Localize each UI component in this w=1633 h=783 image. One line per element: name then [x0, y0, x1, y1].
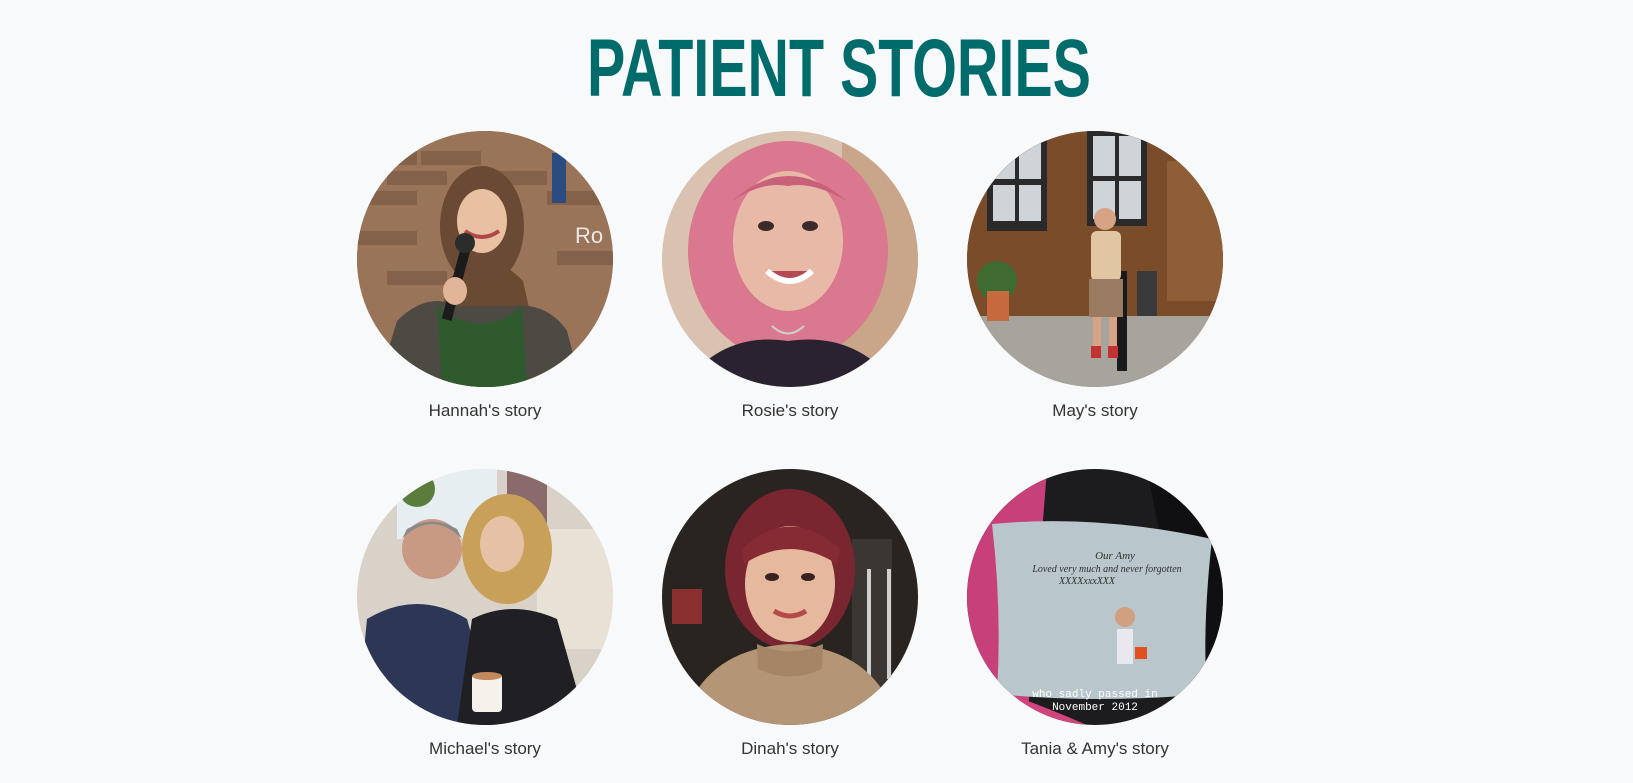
story-card-may[interactable]: May's story — [967, 131, 1223, 422]
svg-text:Ro: Ro — [575, 223, 603, 248]
story-card-rosie[interactable]: Rosie's story — [662, 131, 918, 422]
story-label-michael[interactable]: Michael's story — [357, 738, 613, 760]
story-photo-michael[interactable] — [357, 469, 613, 725]
story-label-dinah[interactable]: Dinah's story — [662, 738, 918, 760]
story-label-may[interactable]: May's story — [967, 400, 1223, 422]
story-photo-tania-amy[interactable]: Our Amy Loved very much and never forgot… — [967, 469, 1223, 725]
page-title: PATIENT STORIES — [587, 23, 1091, 114]
cushion-caption-line-1: who sadly passed in — [1032, 689, 1157, 701]
story-card-dinah[interactable]: Dinah's story — [662, 469, 918, 760]
story-card-hannah[interactable]: Ro Hannah's story — [357, 131, 613, 422]
father-and-daughter-on-sofa-photo — [357, 469, 613, 725]
story-card-tania-amy[interactable]: Our Amy Loved very much and never forgot… — [967, 469, 1223, 760]
red-haired-woman-portrait-photo — [662, 469, 918, 725]
cushion-caption-line-2: November 2012 — [1052, 702, 1138, 714]
story-photo-rosie[interactable] — [662, 131, 918, 387]
cushion-line-1: Our Amy — [1095, 550, 1135, 562]
story-photo-dinah[interactable] — [662, 469, 918, 725]
cushion-line-2: Loved very much and never forgotten — [1031, 564, 1181, 575]
story-photo-may[interactable] — [967, 131, 1223, 387]
story-photo-hannah[interactable]: Ro — [357, 131, 613, 387]
pink-haired-woman-selfie-photo — [662, 131, 918, 387]
story-card-michael[interactable]: Michael's story — [357, 469, 613, 760]
person-standing-by-building-photo — [967, 131, 1223, 387]
woman-speaking-into-microphone-photo: Ro — [357, 131, 613, 387]
memorial-cushion-photo: Our Amy Loved very much and never forgot… — [967, 469, 1223, 725]
story-label-tania-amy[interactable]: Tania & Amy's story — [967, 738, 1223, 760]
story-label-hannah[interactable]: Hannah's story — [357, 400, 613, 422]
cushion-line-3: XXXXxxxXXX — [1058, 576, 1116, 587]
story-label-rosie[interactable]: Rosie's story — [662, 400, 918, 422]
